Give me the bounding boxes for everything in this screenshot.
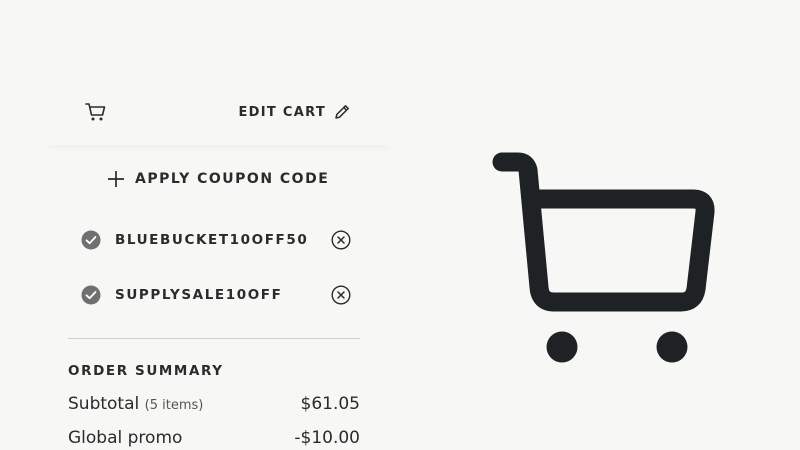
summary-label: Subtotal (5 items) <box>68 394 203 414</box>
summary-value: -$10.00 <box>294 428 360 448</box>
summary-row-global-promo: Global promo -$10.00 <box>68 428 360 448</box>
cart-panel: EDIT CART APPLY COUPON CODE BLUEBUCKET10… <box>38 70 400 450</box>
summary-value: $61.05 <box>300 394 360 414</box>
cart-header: EDIT CART <box>38 70 400 145</box>
divider <box>68 338 360 339</box>
edit-cart-button[interactable]: EDIT CART <box>239 103 352 121</box>
close-circle-icon[interactable] <box>331 285 351 305</box>
close-circle-icon[interactable] <box>331 230 351 250</box>
summary-label: Global promo <box>68 428 183 448</box>
summary-label-text: Subtotal <box>68 394 140 414</box>
cart-page: EDIT CART APPLY COUPON CODE BLUEBUCKET10… <box>0 0 800 450</box>
plus-icon <box>108 171 124 187</box>
check-circle-icon <box>81 230 101 250</box>
shopping-cart-icon <box>492 152 715 363</box>
coupon-code: BLUEBUCKET10OFF50 <box>115 232 309 248</box>
summary-sublabel: (5 items) <box>144 398 204 413</box>
applied-coupon: SUPPLYSALE10OFF <box>81 283 351 307</box>
summary-row-subtotal: Subtotal (5 items) $61.05 <box>68 394 360 414</box>
pencil-icon <box>335 105 349 119</box>
apply-coupon-button[interactable]: APPLY COUPON CODE <box>107 170 329 188</box>
coupon-code: SUPPLYSALE10OFF <box>115 287 283 303</box>
order-summary-title: ORDER SUMMARY <box>68 363 224 379</box>
edit-cart-label: EDIT CART <box>238 104 326 120</box>
check-circle-icon <box>81 285 101 305</box>
apply-coupon-label: APPLY COUPON CODE <box>135 171 330 187</box>
shopping-cart-icon[interactable] <box>85 102 107 122</box>
applied-coupon: BLUEBUCKET10OFF50 <box>81 228 351 252</box>
